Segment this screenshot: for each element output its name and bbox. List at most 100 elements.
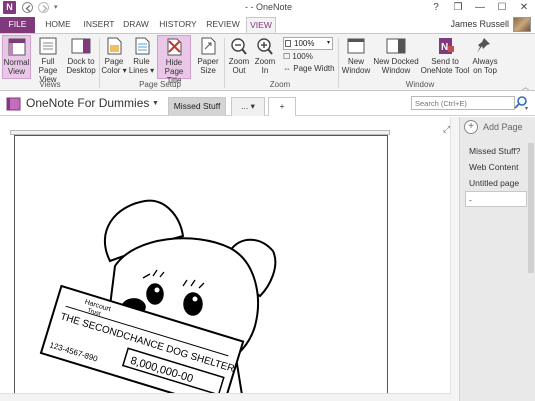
dock-to-desktop-icon [71,38,91,54]
ribbon: Normal View Full Page View Dock to Deskt… [0,33,535,91]
always-on-top-button[interactable]: Always on Top [471,35,499,79]
zoom-out-label-2: Out [232,66,246,75]
chevron-down-icon: ▾ [326,40,330,46]
notebook-bar: OneNote For Dummies ▼ Missed Stuff ... ▾… [0,91,535,116]
tab-view[interactable]: VIEW [246,17,276,33]
page-width-icon: ⇔ [283,64,294,73]
zoom-100-button[interactable]: ☐ 100% [283,52,313,61]
search-icon[interactable]: ▾ [513,95,529,111]
pin-icon [477,38,490,53]
minimize-button[interactable]: — [469,0,491,16]
section-tab-more[interactable]: ... ▾ [231,97,265,116]
dock-to-desktop-label-1: Dock to [67,57,95,66]
arrow-right-icon [42,5,48,12]
full-page-view-icon [39,37,57,55]
close-button[interactable]: ✕ [513,0,535,16]
normal-view-button[interactable]: Normal View [2,35,31,79]
rule-lines-button[interactable]: Rule Lines ▾ [128,35,155,79]
search-input[interactable] [411,96,515,110]
tab-home[interactable]: HOME [41,17,75,33]
tab-insert[interactable]: INSERT [80,17,118,33]
zoom-select[interactable]: 100% ▾ [283,37,333,50]
zoom-in-label-2: In [261,66,269,75]
chevron-down-icon[interactable]: ▼ [152,100,159,107]
new-docked-window-button[interactable]: New Docked Window [373,35,419,79]
views-group-label: Views [39,80,61,89]
zoom-in-icon [257,38,273,55]
rule-lines-label-2: Lines ▾ [128,66,155,75]
group-divider [338,38,339,88]
page-setup-group-label: Page Setup [139,80,181,89]
zoom-out-icon [231,38,247,55]
normal-view-icon [8,38,25,56]
help-button[interactable]: ? [425,0,447,16]
ribbon-display-options-button[interactable]: ❐ [447,0,469,16]
dock-to-desktop-button[interactable]: Dock to Desktop [65,35,97,79]
window-group-label: Window [405,80,435,89]
new-docked-window-icon [386,38,406,54]
dog-check-illustration: Harcourt Trust THE SECONDCHANCE DOG SHEL… [39,199,277,401]
page-width-label: Page Width [293,64,335,73]
page-scrollbar[interactable] [450,117,459,401]
tab-draw[interactable]: DRAW [121,17,151,33]
page-list-pane: + Add Page Missed Stuff? Web Content Unt… [459,117,535,401]
tab-file[interactable]: FILE [0,17,35,33]
group-divider [224,38,225,88]
new-window-button[interactable]: New Window [340,35,372,79]
notebook-icon [6,97,21,111]
paper-size-button[interactable]: Paper Size [195,35,221,79]
page-color-icon [107,37,122,55]
zoom-in-button[interactable]: Zoom In [253,35,277,79]
notebook-name[interactable]: OneNote For Dummies [26,96,149,110]
plus-icon: + [464,120,478,134]
horizontal-scrollbar[interactable] [0,393,451,401]
page-item-missed-stuff[interactable]: Missed Stuff? [460,143,526,159]
window-title: - - OneNote [245,2,293,12]
zoom-out-label-1: Zoom [228,57,250,66]
new-window-label-2: Window [341,66,371,75]
onenote-logo-icon: N [3,1,16,14]
full-page-view-button[interactable]: Full Page View [32,35,64,84]
tab-history[interactable]: HISTORY [156,17,200,33]
add-section-button[interactable]: + [268,97,296,116]
page-width-button[interactable]: ⇔ Page Width [283,64,335,73]
page-pane-scrollbar[interactable] [528,143,534,273]
new-window-icon [347,38,365,54]
tab-review[interactable]: REVIEW [203,17,243,33]
page-item-current[interactable]: - [465,191,527,207]
paper-size-icon [201,37,216,55]
avatar[interactable] [513,17,531,32]
zoom-100-label: 100% [292,52,313,61]
new-docked-window-label-1: New Docked [373,57,419,66]
page-color-label-2: Color ▾ [101,66,127,75]
normal-view-label-2: View [7,67,26,76]
section-tab-missed-stuff[interactable]: Missed Stuff [168,97,226,116]
ribbon-tabs: FILE HOME INSERT DRAW HISTORY REVIEW VIE… [0,16,535,33]
customize-qat-icon[interactable]: ▾ [54,3,58,11]
maximize-button[interactable]: ☐ [491,0,513,16]
arrow-left-icon [25,5,31,12]
page-image[interactable]: Harcourt Trust THE SECONDCHANCE DOG SHEL… [14,135,388,401]
page-canvas[interactable]: ⤢ Harcourt Trust THE SECONDCHANCE DOG SH… [0,117,459,401]
onenote-send-icon: N [439,38,454,54]
page-color-button[interactable]: Page Color ▾ [101,35,127,79]
forward-button[interactable] [38,2,49,13]
svg-text:N: N [441,42,448,53]
hide-page-title-button[interactable]: Hide Page Title [157,35,191,85]
new-window-label-1: New [347,57,364,66]
dock-to-desktop-label-2: Desktop [66,66,96,75]
svg-text:▾: ▾ [525,106,528,111]
page-item-untitled[interactable]: Untitled page [460,175,526,191]
back-button[interactable] [22,2,33,13]
send-to-onenote-label-2: OneNote Tool [420,66,470,75]
full-page-view-label-1: Full Page [38,57,58,75]
user-name[interactable]: James Russell [450,19,509,29]
zoom-page-icon [285,40,291,47]
zoom-value: 100% [294,39,315,48]
rule-lines-label-1: Rule [133,57,150,66]
title-bar: N ▾ - - OneNote ? ❐ — ☐ ✕ [0,0,535,16]
zoom-out-button[interactable]: Zoom Out [227,35,251,79]
send-to-onenote-tool-button[interactable]: N Send to OneNote Tool [420,35,470,79]
always-on-top-label-1: Always [472,57,498,66]
page-item-web-content[interactable]: Web Content [460,159,526,175]
